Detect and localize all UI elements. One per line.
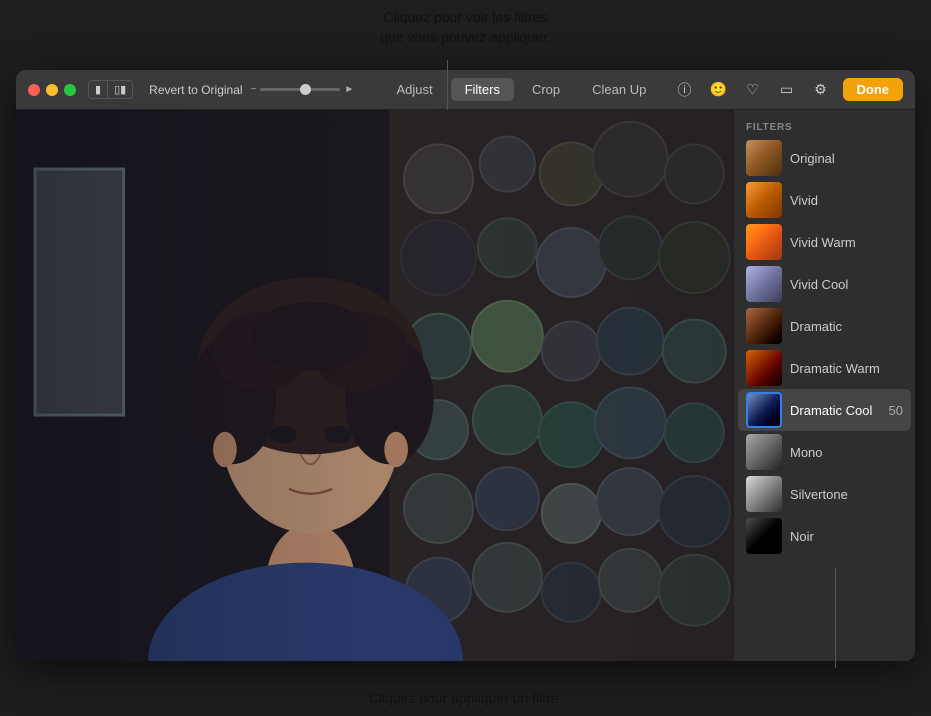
titlebar: ▮ ▯▮ Revert to Original − ► Adjust Filte… [16, 70, 915, 110]
zoom-slider: − ► [251, 84, 355, 95]
filter-label-vivid-cool: Vivid Cool [790, 277, 903, 292]
filter-item-dramatic-warm[interactable]: Dramatic Warm [738, 347, 911, 389]
filter-item-vivid-cool[interactable]: Vivid Cool [738, 263, 911, 305]
filter-item-mono[interactable]: Mono [738, 431, 911, 473]
tab-crop[interactable]: Crop [518, 78, 574, 101]
done-button[interactable]: Done [843, 78, 904, 101]
tab-filters[interactable]: Filters [451, 78, 514, 101]
info-button[interactable]: ⓘ [673, 78, 697, 102]
revert-button[interactable]: Revert to Original [149, 83, 242, 97]
tooltip-top-line1: Cliquez pour voir les filtres [0, 8, 931, 28]
slider-thumb[interactable] [300, 84, 311, 95]
filter-thumb-silvertone [746, 476, 782, 512]
filter-item-vivid[interactable]: Vivid [738, 179, 911, 221]
single-view-btn[interactable]: ▮ [89, 81, 108, 98]
photo-image [16, 110, 733, 661]
filter-thumb-original [746, 140, 782, 176]
filter-label-silvertone: Silvertone [790, 487, 903, 502]
face-button[interactable]: 🙂 [707, 78, 731, 102]
filter-thumb-dramatic [746, 308, 782, 344]
nav-tabs: Adjust Filters Crop Clean Up [370, 78, 672, 101]
tooltip-top-line [447, 60, 448, 110]
tab-cleanup[interactable]: Clean Up [578, 78, 660, 101]
toolbar-right: ⓘ 🙂 ♡ ▭ ⚙ Done [673, 78, 904, 102]
filter-item-dramatic-cool[interactable]: Dramatic Cool 50 [738, 389, 911, 431]
filter-thumb-vivid-cool [746, 266, 782, 302]
share-button[interactable]: ▭ [775, 78, 799, 102]
photo-svg [16, 110, 733, 661]
tooltip-top-line2: que vous pouvez appliquer. [0, 28, 931, 48]
slider-min-icon: − [251, 84, 257, 95]
filters-panel: FILTERS Original Vivid Vivid Warm Vivid … [733, 110, 915, 661]
filter-item-vivid-warm[interactable]: Vivid Warm [738, 221, 911, 263]
photo-area [16, 110, 733, 661]
filters-header: FILTERS [734, 116, 915, 137]
filter-label-vivid-warm: Vivid Warm [790, 235, 903, 250]
tooltip-top: Cliquez pour voir les filtres que vous p… [0, 8, 931, 47]
minimize-button[interactable] [46, 84, 58, 96]
filter-label-dramatic-cool: Dramatic Cool [790, 403, 885, 418]
filter-item-original[interactable]: Original [738, 137, 911, 179]
tab-adjust[interactable]: Adjust [382, 78, 446, 101]
heart-button[interactable]: ♡ [741, 78, 765, 102]
filter-item-noir[interactable]: Noir [738, 515, 911, 557]
filter-value-dramatic-cool: 50 [889, 403, 903, 418]
filter-label-vivid: Vivid [790, 193, 903, 208]
filter-thumb-dramatic-warm [746, 350, 782, 386]
filter-label-dramatic-warm: Dramatic Warm [790, 361, 903, 376]
filter-thumb-mono [746, 434, 782, 470]
slider-track[interactable] [260, 88, 340, 91]
filter-label-dramatic: Dramatic [790, 319, 903, 334]
slider-max-icon: ► [344, 84, 354, 95]
app-window: ▮ ▯▮ Revert to Original − ► Adjust Filte… [16, 70, 915, 661]
filter-label-original: Original [790, 151, 903, 166]
compare-view-btn[interactable]: ▯▮ [108, 81, 132, 98]
view-toggle: ▮ ▯▮ [88, 80, 133, 99]
maximize-button[interactable] [64, 84, 76, 96]
filter-item-dramatic[interactable]: Dramatic [738, 305, 911, 347]
content-area: FILTERS Original Vivid Vivid Warm Vivid … [16, 110, 915, 661]
filter-label-mono: Mono [790, 445, 903, 460]
more-button[interactable]: ⚙ [809, 78, 833, 102]
filter-thumb-vivid-warm [746, 224, 782, 260]
filter-item-silvertone[interactable]: Silvertone [738, 473, 911, 515]
filter-thumb-vivid [746, 182, 782, 218]
filter-thumb-dramatic-cool [746, 392, 782, 428]
filter-label-noir: Noir [790, 529, 903, 544]
tooltip-bottom-line [835, 568, 836, 668]
filter-thumb-noir [746, 518, 782, 554]
close-button[interactable] [28, 84, 40, 96]
tooltip-bottom: Cliquez pour appliquer un filtre. [0, 690, 931, 706]
traffic-lights [28, 84, 76, 96]
